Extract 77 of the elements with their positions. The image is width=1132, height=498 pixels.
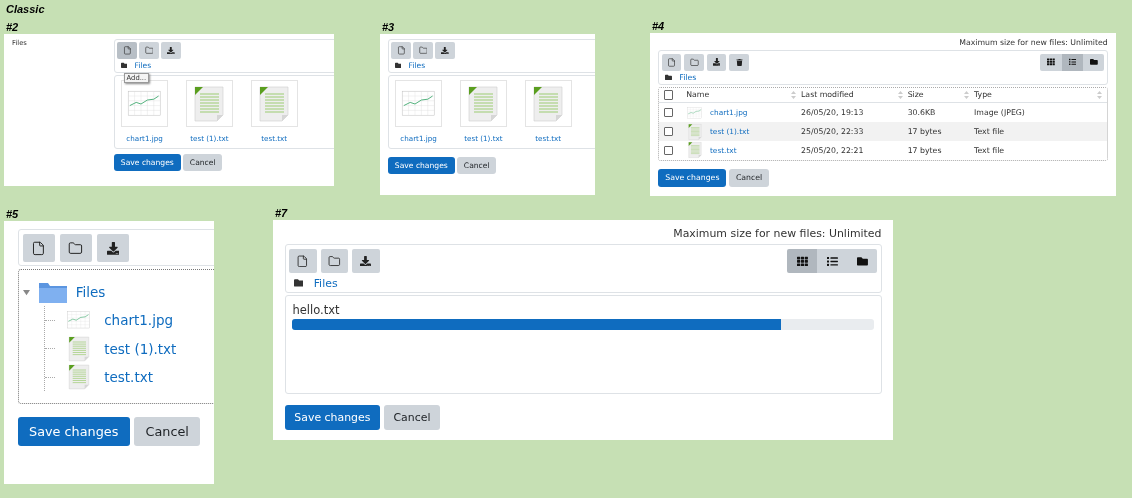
select-all-checkbox[interactable]	[664, 90, 674, 100]
download-icon	[106, 241, 120, 255]
list-icon	[1068, 58, 1077, 67]
folder-icon	[394, 62, 402, 70]
folder-icon	[689, 57, 699, 67]
view-toggle-button[interactable]	[817, 248, 848, 274]
add-file-icon	[296, 254, 310, 268]
delete-button[interactable]	[729, 53, 749, 71]
folder-button[interactable]	[320, 248, 349, 274]
cancel-button[interactable]: Cancel	[383, 405, 441, 431]
folder-icon	[120, 62, 128, 70]
example-label: #5	[5, 207, 19, 221]
save-button[interactable]: Save changes	[17, 417, 130, 447]
expander-icon[interactable]	[22, 288, 30, 296]
download-button[interactable]	[161, 42, 181, 59]
row-checkbox[interactable]	[664, 126, 674, 137]
tree-file-link[interactable]: test.txt	[104, 369, 153, 386]
folder-icon	[418, 46, 428, 55]
tree-file-link[interactable]: chart1.jpg	[104, 312, 174, 329]
sort-icon	[897, 90, 903, 99]
sort-icon	[964, 90, 970, 99]
sort-icon	[791, 90, 797, 99]
list-icon	[826, 255, 838, 267]
row-checkbox[interactable]	[664, 145, 674, 156]
view-toggle-button[interactable]	[1061, 53, 1084, 71]
file-thumbnail[interactable]	[121, 80, 168, 128]
folder-icon	[328, 254, 341, 268]
file-thumbnail[interactable]	[524, 80, 572, 128]
tree-folder-link[interactable]: Files	[75, 284, 106, 301]
file-thumbnail[interactable]	[250, 80, 298, 128]
file-thumbnail[interactable]	[395, 80, 442, 128]
save-button[interactable]: Save changes	[284, 405, 381, 431]
add-button[interactable]	[661, 53, 682, 71]
download-button[interactable]	[352, 248, 380, 274]
tree-file-link[interactable]: test (1).txt	[104, 340, 177, 357]
file-thumbnail[interactable]	[185, 80, 233, 128]
folder-icon	[37, 280, 68, 305]
breadcrumb-link[interactable]: Files	[313, 276, 338, 290]
add-file-icon	[122, 46, 132, 55]
download-button[interactable]	[706, 53, 727, 71]
folder-button[interactable]	[684, 53, 704, 71]
folder-icon	[293, 278, 304, 288]
view-toggle-button[interactable]	[1040, 53, 1062, 71]
folder-button[interactable]	[59, 234, 93, 263]
example-label: #4	[651, 19, 665, 33]
download-icon	[441, 46, 449, 55]
view-toggle-button[interactable]	[1083, 53, 1105, 71]
sheet-title: Classic	[6, 3, 45, 15]
folder-icon	[144, 46, 154, 55]
download-button[interactable]	[96, 234, 130, 263]
folder-icon	[664, 74, 672, 82]
example-label: #2	[5, 20, 19, 34]
view-toggle-button[interactable]	[787, 248, 818, 274]
file-thumbnail[interactable]	[459, 80, 507, 128]
upload-file-name: hello.txt	[292, 303, 341, 317]
example-label: #7	[274, 206, 288, 220]
add-file-icon	[666, 57, 676, 67]
add-button[interactable]	[22, 234, 55, 263]
grid-icon	[1047, 58, 1055, 67]
cancel-button[interactable]: Cancel	[133, 417, 201, 447]
folder-icon	[1089, 58, 1098, 67]
add-file-icon	[31, 240, 47, 256]
view-toggle-button[interactable]	[847, 248, 878, 274]
sort-icon	[1096, 90, 1102, 99]
add-button[interactable]	[288, 248, 317, 274]
delete-icon	[735, 58, 743, 66]
download-icon	[360, 255, 372, 267]
download-icon	[712, 58, 721, 67]
add-file-icon	[396, 46, 406, 55]
grid-icon	[796, 255, 808, 267]
folder-icon	[856, 255, 868, 267]
row-checkbox[interactable]	[664, 108, 674, 118]
max-size-note: Maximum size for new files: Unlimited	[673, 226, 882, 240]
folder-icon	[68, 240, 84, 256]
download-button[interactable]	[435, 42, 455, 59]
example-label: #3	[381, 20, 395, 34]
download-icon	[167, 46, 175, 55]
